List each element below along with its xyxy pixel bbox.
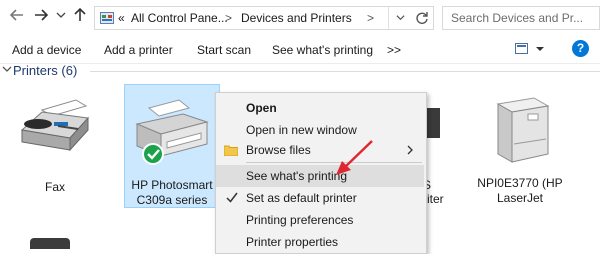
submenu-chevron-icon xyxy=(407,145,413,155)
breadcrumb-separator-end[interactable]: > xyxy=(367,11,374,25)
add-device-button[interactable]: Add a device xyxy=(12,43,81,57)
group-label: Printers (6) xyxy=(13,63,78,78)
menu-item-label: Printing preferences xyxy=(246,213,354,227)
printer-icon xyxy=(135,99,209,165)
back-arrow-icon[interactable] xyxy=(9,8,24,28)
checkmark-icon xyxy=(226,192,238,203)
menu-item-see-whats-printing[interactable]: See what's printing xyxy=(216,165,424,187)
device-laserjet[interactable]: NPI0E3770 (HP LaserJet xyxy=(470,94,570,214)
see-whats-printing-button[interactable]: See what's printing xyxy=(272,43,373,57)
menu-item-printer-properties[interactable]: Printer properties xyxy=(216,231,424,253)
device-label-line2: C309a series xyxy=(136,193,208,207)
menu-item-open-new-window[interactable]: Open in new window xyxy=(216,119,424,141)
annotation-arrow-icon xyxy=(336,140,373,175)
command-toolbar: Add a device Add a printer Start scan Se… xyxy=(0,37,600,64)
search-input[interactable]: Search Devices and Pr... xyxy=(442,6,600,30)
search-placeholder: Search Devices and Pr... xyxy=(451,11,584,25)
default-badge xyxy=(142,143,164,165)
menu-item-set-default[interactable]: Set as default printer xyxy=(216,187,424,209)
laser-printer-icon xyxy=(496,97,550,163)
menu-item-label: Set as default printer xyxy=(246,191,357,205)
address-field[interactable]: « All Control Pane... > Devices and Prin… xyxy=(94,6,434,30)
view-options-icon[interactable] xyxy=(515,42,545,59)
device-fax[interactable]: Fax xyxy=(10,96,100,206)
device-hp-photosmart[interactable]: HP Photosmart C309a series xyxy=(124,96,220,208)
partial-device-icon xyxy=(30,238,70,249)
device-label-line2: LaserJet xyxy=(496,191,544,205)
breadcrumb-devices-and-printers[interactable]: Devices and Printers xyxy=(241,11,352,25)
forward-arrow-icon[interactable] xyxy=(34,8,49,28)
address-bar-row: « All Control Pane... > Devices and Prin… xyxy=(0,0,600,36)
breadcrumb-separator[interactable]: > xyxy=(225,11,232,25)
menu-item-printing-preferences[interactable]: Printing preferences xyxy=(216,209,424,231)
folder-icon xyxy=(224,145,238,156)
refresh-icon[interactable] xyxy=(411,7,433,29)
add-printer-button[interactable]: Add a printer xyxy=(104,43,173,57)
context-menu: Open Open in new window Browse files See… xyxy=(215,92,427,254)
more-commands-button[interactable]: >> xyxy=(387,43,401,57)
breadcrumb-overflow[interactable]: « xyxy=(118,11,125,25)
group-divider xyxy=(90,71,600,72)
device-label: Fax xyxy=(44,180,65,194)
control-panel-icon xyxy=(100,12,114,24)
menu-item-browse-files[interactable]: Browse files xyxy=(216,139,424,161)
menu-item-label: Open xyxy=(246,101,277,115)
menu-item-label: Printer properties xyxy=(246,235,339,249)
help-icon[interactable]: ? xyxy=(572,40,589,57)
collapse-chevron-icon[interactable] xyxy=(2,64,12,77)
chevron-down-icon[interactable] xyxy=(56,8,66,28)
menu-item-label: Open in new window xyxy=(246,123,357,137)
device-label-line1: NPI0E3770 (HP xyxy=(477,176,563,190)
menu-item-label: Browse files xyxy=(246,143,311,157)
address-history-chevron-icon[interactable] xyxy=(388,7,411,29)
menu-item-open[interactable]: Open xyxy=(216,97,424,119)
breadcrumb-control-panel[interactable]: All Control Pane... xyxy=(131,11,228,25)
up-arrow-icon[interactable] xyxy=(73,7,87,28)
start-scan-button[interactable]: Start scan xyxy=(197,43,251,57)
device-label-line1: HP Photosmart xyxy=(131,178,213,192)
fax-icon xyxy=(20,99,90,152)
